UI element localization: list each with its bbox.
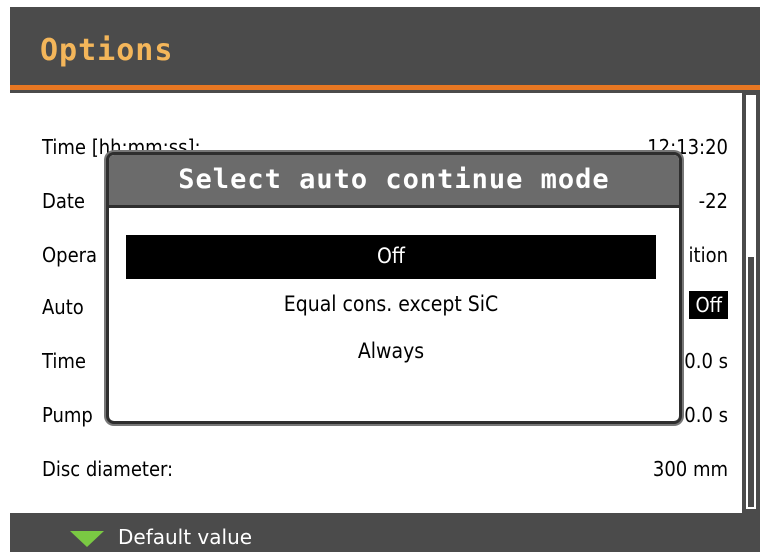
row-value: -22 bbox=[698, 189, 728, 213]
option-off[interactable]: Off bbox=[126, 235, 656, 279]
option-label: Equal cons. except SiC bbox=[283, 292, 499, 316]
row-label: Opera bbox=[42, 243, 98, 267]
page-title: Options bbox=[40, 33, 174, 68]
scrollbar-thumb[interactable] bbox=[748, 257, 754, 507]
row-value: ,0.0 s bbox=[678, 349, 728, 373]
option-label: Always bbox=[357, 339, 425, 363]
option-label: Off bbox=[377, 244, 405, 268]
header-accent-line bbox=[10, 85, 760, 90]
option-always[interactable]: Always bbox=[126, 330, 656, 374]
row-label: Auto bbox=[42, 295, 84, 319]
option-equal-cons[interactable]: Equal cons. except SiC bbox=[126, 283, 656, 327]
row-label: Pump bbox=[42, 403, 93, 427]
header-bar: Options bbox=[10, 7, 760, 85]
row-disc-diameter[interactable]: Disc diameter: 300 mm bbox=[42, 453, 728, 483]
row-value: 300 mm bbox=[652, 457, 728, 481]
dialog-header: Select auto continue mode bbox=[109, 155, 679, 208]
auto-continue-dialog: Select auto continue mode Off Equal cons… bbox=[106, 152, 682, 424]
row-value: ition bbox=[688, 243, 728, 267]
row-label: Date bbox=[42, 189, 86, 213]
row-value: 0.0 s bbox=[684, 403, 728, 427]
down-triangle-icon bbox=[70, 531, 104, 547]
footer-hint-label: Default value bbox=[118, 525, 253, 549]
row-label: Disc diameter: bbox=[42, 457, 174, 481]
row-value-selected: Off bbox=[689, 291, 728, 319]
dialog-title: Select auto continue mode bbox=[178, 164, 610, 195]
device-screen: Options Time [hh:mm:ss]: 12:13:20 Date -… bbox=[10, 7, 760, 552]
footer-bar: Default value bbox=[10, 513, 760, 552]
row-label: Time bbox=[42, 349, 86, 373]
